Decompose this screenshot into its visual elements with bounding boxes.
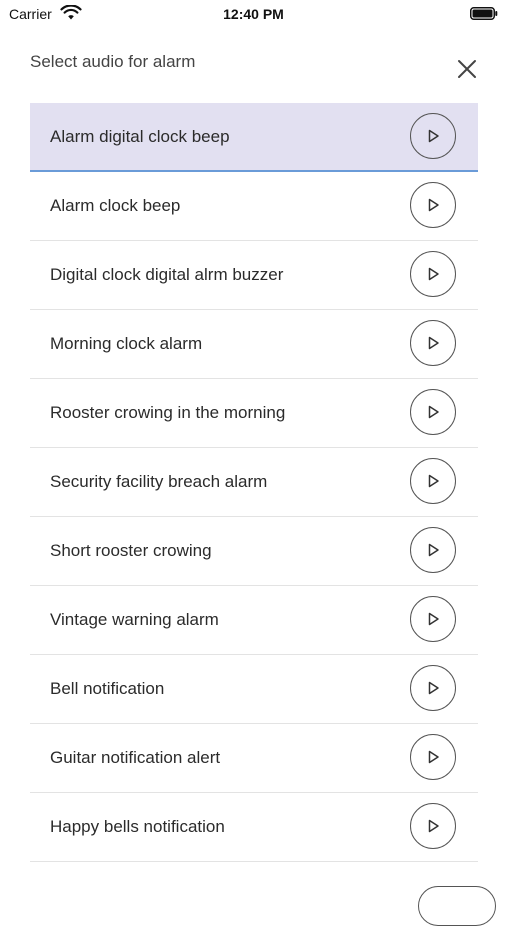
sound-list-item[interactable]: Alarm digital clock beep bbox=[30, 103, 478, 172]
sound-list-item[interactable]: Vintage warning alarm bbox=[30, 586, 478, 655]
sound-list-item[interactable]: Short rooster crowing bbox=[30, 517, 478, 586]
sound-list-item[interactable]: Rooster crowing in the morning bbox=[30, 379, 478, 448]
sound-label: Digital clock digital alrm buzzer bbox=[50, 265, 284, 284]
play-button[interactable] bbox=[410, 527, 456, 573]
sound-label: Morning clock alarm bbox=[50, 334, 203, 353]
play-icon bbox=[428, 750, 439, 764]
battery-icon bbox=[470, 7, 498, 20]
play-icon bbox=[428, 198, 439, 212]
play-icon bbox=[428, 474, 439, 488]
sound-list: Alarm digital clock beep Alarm clock beep… bbox=[30, 103, 478, 862]
play-icon bbox=[428, 336, 439, 350]
play-icon bbox=[428, 612, 439, 626]
play-button[interactable] bbox=[410, 389, 456, 435]
play-icon bbox=[428, 129, 439, 143]
play-icon bbox=[428, 819, 439, 833]
play-button[interactable] bbox=[410, 113, 456, 159]
sound-label: Guitar notification alert bbox=[50, 748, 221, 767]
bottom-action-button[interactable] bbox=[418, 886, 496, 926]
play-button[interactable] bbox=[410, 665, 456, 711]
sound-label: Bell notification bbox=[50, 679, 165, 698]
play-button[interactable] bbox=[410, 596, 456, 642]
sound-label: Alarm digital clock beep bbox=[50, 127, 230, 146]
play-button[interactable] bbox=[410, 251, 456, 297]
sound-list-item[interactable]: Alarm clock beep bbox=[30, 172, 478, 241]
play-button[interactable] bbox=[410, 182, 456, 228]
play-icon bbox=[428, 681, 439, 695]
sound-list-item[interactable]: Security facility breach alarm bbox=[30, 448, 478, 517]
play-icon bbox=[428, 267, 439, 281]
sound-label: Happy bells notification bbox=[50, 817, 225, 836]
sound-label: Alarm clock beep bbox=[50, 196, 181, 215]
close-icon[interactable] bbox=[452, 54, 482, 84]
status-bar: Carrier 12:40 PM bbox=[0, 0, 507, 28]
sound-list-item[interactable]: Morning clock alarm bbox=[30, 310, 478, 379]
play-button[interactable] bbox=[410, 803, 456, 849]
sound-label: Rooster crowing in the morning bbox=[50, 403, 286, 422]
play-button[interactable] bbox=[410, 734, 456, 780]
play-icon bbox=[428, 405, 439, 419]
sound-list-item[interactable]: Guitar notification alert bbox=[30, 724, 478, 793]
clock-time: 12:40 PM bbox=[223, 6, 284, 22]
play-icon bbox=[428, 543, 439, 557]
sound-list-item[interactable]: Digital clock digital alrm buzzer bbox=[30, 241, 478, 310]
play-button[interactable] bbox=[410, 458, 456, 504]
play-button[interactable] bbox=[410, 320, 456, 366]
sound-label: Vintage warning alarm bbox=[50, 610, 219, 629]
sound-list-item[interactable]: Happy bells notification bbox=[30, 793, 478, 862]
sound-list-item[interactable]: Bell notification bbox=[30, 655, 478, 724]
sound-label: Security facility breach alarm bbox=[50, 472, 268, 491]
page-title: Select audio for alarm bbox=[30, 52, 196, 71]
sound-label: Short rooster crowing bbox=[50, 541, 212, 560]
